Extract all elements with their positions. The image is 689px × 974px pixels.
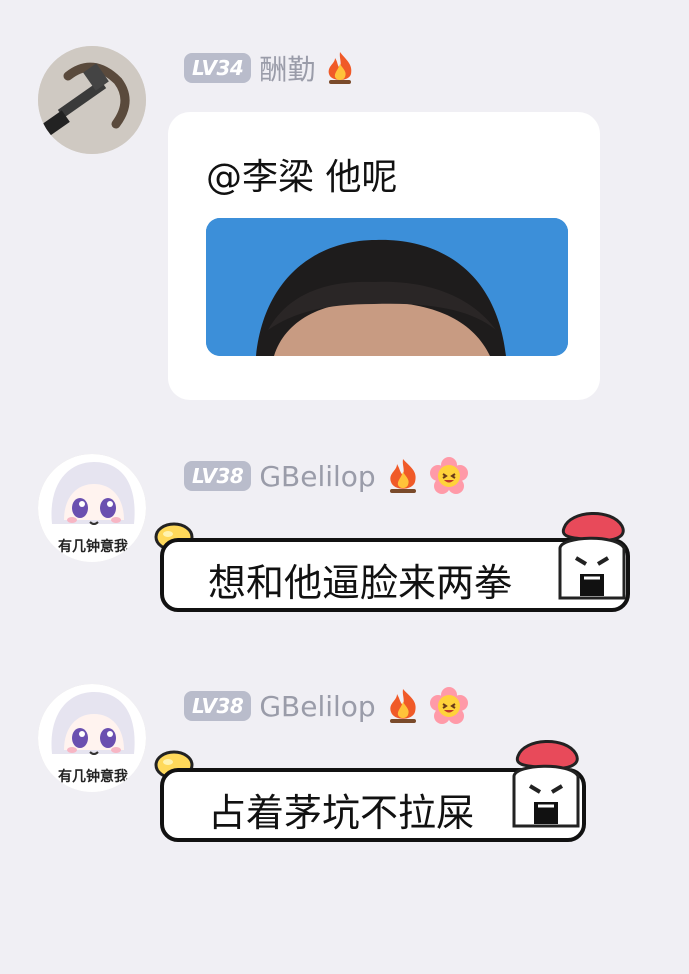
fire-icon bbox=[389, 459, 416, 493]
smiley-flower-icon bbox=[429, 457, 468, 494]
username[interactable]: GBelilop bbox=[259, 690, 375, 723]
message-text: 想和他逼脸来两拳 bbox=[208, 561, 513, 605]
level-badge: LV38 bbox=[184, 461, 252, 491]
user-meta: LV38 GBelilop bbox=[184, 687, 468, 724]
angry-bird-sticker-icon bbox=[512, 740, 580, 828]
smiley-flower-icon bbox=[429, 687, 468, 724]
message-text: @李梁 他呢 bbox=[206, 157, 398, 198]
message-text: 占着茅坑不拉屎 bbox=[208, 791, 475, 835]
photo-attachment[interactable] bbox=[206, 218, 568, 356]
user-meta: LV38 GBelilop bbox=[184, 457, 468, 494]
avatar[interactable] bbox=[38, 46, 146, 154]
fire-icon bbox=[329, 52, 352, 84]
username[interactable]: GBelilop bbox=[259, 460, 375, 493]
level-badge: LV34 bbox=[184, 53, 252, 83]
message-bubble[interactable]: @李梁 他呢 bbox=[168, 112, 600, 400]
message-1: LV34 酬勤 @李梁 他呢 bbox=[0, 0, 689, 420]
avatar[interactable]: 有几钟意我 bbox=[38, 684, 146, 792]
angry-bird-sticker-icon bbox=[558, 512, 626, 600]
portrait-photo bbox=[206, 218, 568, 356]
level-badge: LV38 bbox=[184, 691, 252, 721]
avatar-caption: 有几钟意我 bbox=[58, 539, 128, 555]
avatar-caption: 有几钟意我 bbox=[58, 769, 128, 785]
fire-icon bbox=[389, 689, 416, 723]
avatar[interactable]: 有几钟意我 bbox=[38, 454, 146, 562]
username[interactable]: 酬勤 bbox=[259, 48, 315, 88]
user-meta: LV34 酬勤 bbox=[184, 50, 357, 86]
hammer-sickle-avatar-icon bbox=[38, 46, 146, 154]
